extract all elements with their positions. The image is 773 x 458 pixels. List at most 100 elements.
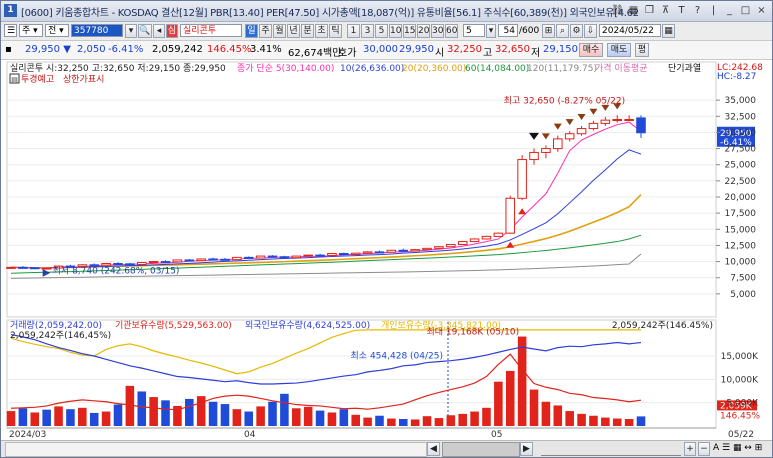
volume-bar[interactable]: [636, 416, 646, 426]
volume-bar[interactable]: [113, 404, 123, 426]
candle-body[interactable]: [374, 251, 385, 254]
volume-bar[interactable]: [505, 370, 515, 426]
candle-body[interactable]: [529, 151, 539, 161]
candle-body[interactable]: [148, 261, 159, 264]
scroll-thumb[interactable]: [442, 442, 520, 457]
candle-body[interactable]: [279, 256, 290, 259]
settings-icon[interactable]: ⚙: [570, 24, 583, 38]
volume-bar[interactable]: [458, 413, 467, 426]
volume-bar[interactable]: [612, 418, 622, 426]
candle-body[interactable]: [113, 263, 123, 266]
volume-bar[interactable]: [434, 418, 444, 426]
stock-name-field[interactable]: 실리콘투: [180, 24, 242, 37]
candle-body[interactable]: [553, 138, 563, 150]
zoom-out-button[interactable]: −: [698, 442, 710, 456]
buy-button[interactable]: 매수: [579, 43, 603, 57]
candle-body[interactable]: [576, 128, 587, 135]
candle-body[interactable]: [457, 241, 468, 245]
tab-7[interactable]: 틱: [329, 24, 342, 38]
candle-body[interactable]: [517, 159, 527, 199]
volume-bar[interactable]: [42, 409, 51, 426]
volume-bar[interactable]: [78, 407, 87, 426]
volume-bar[interactable]: [398, 419, 408, 426]
candle-body[interactable]: [434, 246, 444, 249]
candle-body[interactable]: [184, 259, 195, 262]
volume-bar[interactable]: [529, 389, 539, 426]
minute-option-30[interactable]: 30: [431, 24, 444, 38]
candle-body[interactable]: [220, 258, 230, 261]
tab-5[interactable]: 분: [301, 24, 314, 38]
sell-button[interactable]: 매도: [607, 43, 631, 57]
volume-bar[interactable]: [446, 415, 456, 426]
volume-bar[interactable]: [89, 412, 99, 426]
candle-body[interactable]: [101, 263, 111, 266]
volume-bar[interactable]: [363, 417, 372, 426]
date-input[interactable]: 2024/05/22: [599, 24, 661, 37]
minute-input[interactable]: 5: [463, 24, 485, 37]
candle-body[interactable]: [303, 254, 313, 257]
candle-body[interactable]: [446, 243, 456, 248]
volume-bar[interactable]: [66, 409, 75, 426]
minute-option-3[interactable]: 3: [361, 24, 374, 38]
candle-body[interactable]: [267, 255, 278, 258]
volume-bar[interactable]: [339, 409, 349, 426]
minute-option-15[interactable]: 15: [403, 24, 416, 38]
tab-1[interactable]: 일: [245, 24, 258, 38]
maximize-icon[interactable]: □: [739, 4, 752, 17]
volume-bar[interactable]: [149, 397, 158, 426]
scroll-track[interactable]: [5, 442, 427, 457]
candle-body[interactable]: [541, 148, 551, 153]
volume-bar[interactable]: [375, 415, 384, 426]
period-select[interactable]: 주 ▾: [19, 24, 43, 37]
volume-bar[interactable]: [280, 393, 289, 426]
volume-bar[interactable]: [315, 410, 325, 426]
volume-bar[interactable]: [137, 391, 147, 426]
candle-body[interactable]: [422, 247, 432, 251]
scroll-left-button[interactable]: ◀: [427, 442, 440, 456]
adjust-select[interactable]: 전 ▾: [45, 24, 69, 37]
volume-bar[interactable]: [387, 418, 396, 426]
candle-body[interactable]: [410, 249, 420, 252]
volume-bar[interactable]: [517, 336, 527, 426]
candle-body[interactable]: [6, 266, 16, 269]
calendar-icon[interactable]: ▦: [662, 24, 675, 38]
minute-option-5[interactable]: 5: [375, 24, 388, 38]
prev-stock-icon[interactable]: ◂: [153, 24, 165, 38]
candle-body[interactable]: [564, 133, 575, 140]
count-input[interactable]: 54: [498, 24, 518, 37]
volume-bar[interactable]: [268, 401, 277, 426]
volume-bar[interactable]: [161, 400, 170, 426]
grid-icon[interactable]: ▦: [627, 4, 640, 17]
volume-bar[interactable]: [303, 406, 313, 426]
candle-body[interactable]: [208, 258, 218, 261]
candle-body[interactable]: [350, 252, 361, 255]
candle-body[interactable]: [624, 119, 634, 122]
volume-bar[interactable]: [410, 419, 420, 426]
candle-body[interactable]: [481, 235, 492, 240]
candle-body[interactable]: [505, 197, 516, 234]
candle-body[interactable]: [196, 258, 206, 262]
candle-body[interactable]: [255, 255, 266, 259]
chart-type-icon[interactable]: ⊞: [542, 24, 555, 38]
candle-body[interactable]: [386, 249, 397, 253]
candle-body[interactable]: [327, 253, 337, 256]
candle-body[interactable]: [469, 238, 480, 243]
volume-bar[interactable]: [351, 414, 360, 426]
volume-bar[interactable]: [482, 407, 491, 426]
candle-body[interactable]: [29, 267, 40, 270]
tab-4[interactable]: 년: [287, 24, 300, 38]
candle-body[interactable]: [89, 264, 99, 267]
volume-bar[interactable]: [553, 405, 563, 426]
volume-bar[interactable]: [470, 411, 479, 426]
candle-body[interactable]: [636, 117, 646, 134]
tab-6[interactable]: 초: [315, 24, 328, 38]
candle-body[interactable]: [315, 254, 325, 257]
volume-bar[interactable]: [30, 412, 40, 426]
volume-bar[interactable]: [327, 412, 337, 426]
help-icon[interactable]: ?: [691, 4, 704, 17]
candle-body[interactable]: [588, 122, 599, 130]
candle-body[interactable]: [125, 263, 135, 266]
candle-body[interactable]: [493, 232, 504, 237]
volume-bar[interactable]: [565, 411, 574, 426]
volume-bar[interactable]: [601, 417, 610, 426]
